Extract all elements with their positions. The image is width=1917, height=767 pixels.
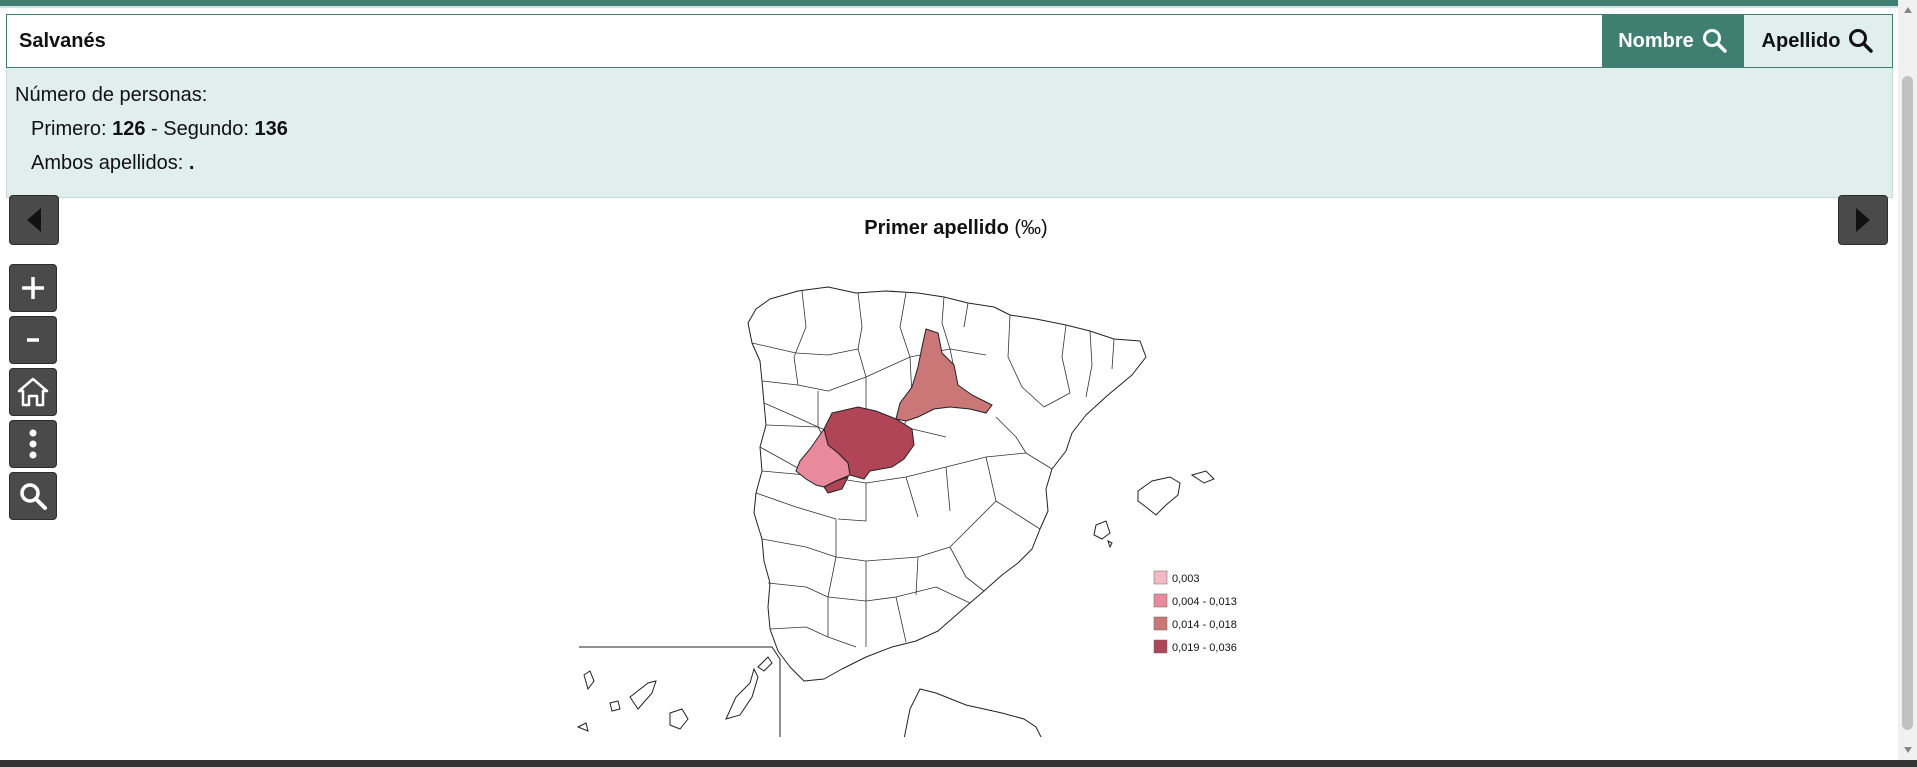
- zoom-out-button[interactable]: [9, 316, 57, 364]
- scroll-up-arrow[interactable]: [1900, 2, 1915, 17]
- ambos-label: Ambos apellidos:: [31, 152, 189, 174]
- north-africa-inset: [903, 688, 1042, 737]
- home-view-button[interactable]: [9, 368, 57, 416]
- spain-province-map: 0,003 0,004 - 0,013 0,014 - 0,018 0,019 …: [576, 286, 1237, 737]
- arrow-down-icon: [1903, 746, 1912, 753]
- legend-label-1: 0,003: [1172, 573, 1200, 585]
- plus-icon: [22, 277, 44, 299]
- app-container: Nombre Apellido Número de personas: Prim…: [6, 12, 1893, 756]
- island-la-palma: [583, 670, 595, 691]
- vertical-dots-icon: [29, 429, 37, 459]
- island-tenerife: [629, 680, 657, 710]
- primero-label: Primero:: [31, 118, 113, 140]
- island-la-gomera: [609, 700, 621, 712]
- search-bar: Nombre Apellido: [6, 14, 1893, 68]
- legend-label-3: 0,014 - 0,018: [1172, 619, 1237, 631]
- info-both-row: Ambos apellidos: .: [15, 146, 1884, 180]
- home-icon: [17, 377, 49, 407]
- info-heading: Número de personas:: [15, 84, 208, 106]
- map-legend: 0,003 0,004 - 0,013 0,014 - 0,018 0,019 …: [1153, 570, 1237, 654]
- arrow-up-icon: [1903, 6, 1912, 13]
- island-gran-canaria: [669, 708, 689, 730]
- island-fuerteventura: [725, 667, 759, 720]
- peninsula-outline: [747, 286, 1147, 682]
- next-map-button[interactable]: [1838, 195, 1888, 245]
- legend-swatch-3: [1153, 616, 1168, 631]
- island-el-hierro: [576, 722, 589, 732]
- search-by-name-label: Nombre: [1618, 29, 1694, 52]
- legend-swatch-2: [1153, 593, 1168, 608]
- ambos-count: .: [188, 152, 195, 174]
- map-title: Primer apellido (‰): [846, 217, 1066, 240]
- legend-label-4: 0,019 - 0,036: [1172, 642, 1237, 654]
- zoom-in-button[interactable]: [9, 264, 57, 312]
- search-by-name-button[interactable]: Nombre: [1602, 15, 1744, 67]
- legend-label-2: 0,004 - 0,013: [1172, 596, 1237, 608]
- legend-swatch-1: [1153, 570, 1168, 585]
- island-ibiza: [1093, 520, 1111, 540]
- bottom-bar: [0, 760, 1917, 767]
- surname-search-input[interactable]: [7, 15, 1601, 67]
- island-mallorca: [1137, 476, 1181, 516]
- triangle-left-icon: [27, 208, 41, 232]
- map-search-button[interactable]: [9, 472, 57, 520]
- minus-icon: [27, 338, 39, 342]
- segundo-count: 136: [254, 118, 288, 140]
- search-icon: [1849, 29, 1874, 53]
- top-accent-line: [0, 6, 1917, 8]
- results-info-panel: Número de personas: Primero: 126 - Segun…: [6, 68, 1893, 198]
- more-options-button[interactable]: [9, 420, 57, 468]
- scrollbar-thumb[interactable]: [1902, 76, 1913, 730]
- search-icon: [1702, 29, 1727, 53]
- info-counts-row: Primero: 126 - Segundo: 136: [15, 112, 1884, 146]
- legend-swatch-4: [1153, 639, 1168, 654]
- search-icon: [20, 483, 47, 510]
- island-formentera: [1107, 540, 1113, 549]
- search-by-surname-label: Apellido: [1761, 29, 1841, 52]
- scroll-down-arrow[interactable]: [1900, 742, 1915, 757]
- island-menorca: [1190, 470, 1215, 484]
- prev-map-button[interactable]: [9, 195, 59, 245]
- island-lanzarote: [757, 656, 773, 672]
- primero-count: 126: [112, 118, 146, 140]
- map-title-unit: (‰): [1014, 217, 1048, 239]
- map-title-text: Primer apellido: [864, 217, 1009, 239]
- segundo-label: - Segundo:: [145, 118, 255, 140]
- search-by-surname-button[interactable]: Apellido: [1744, 15, 1892, 67]
- triangle-right-icon: [1856, 208, 1870, 232]
